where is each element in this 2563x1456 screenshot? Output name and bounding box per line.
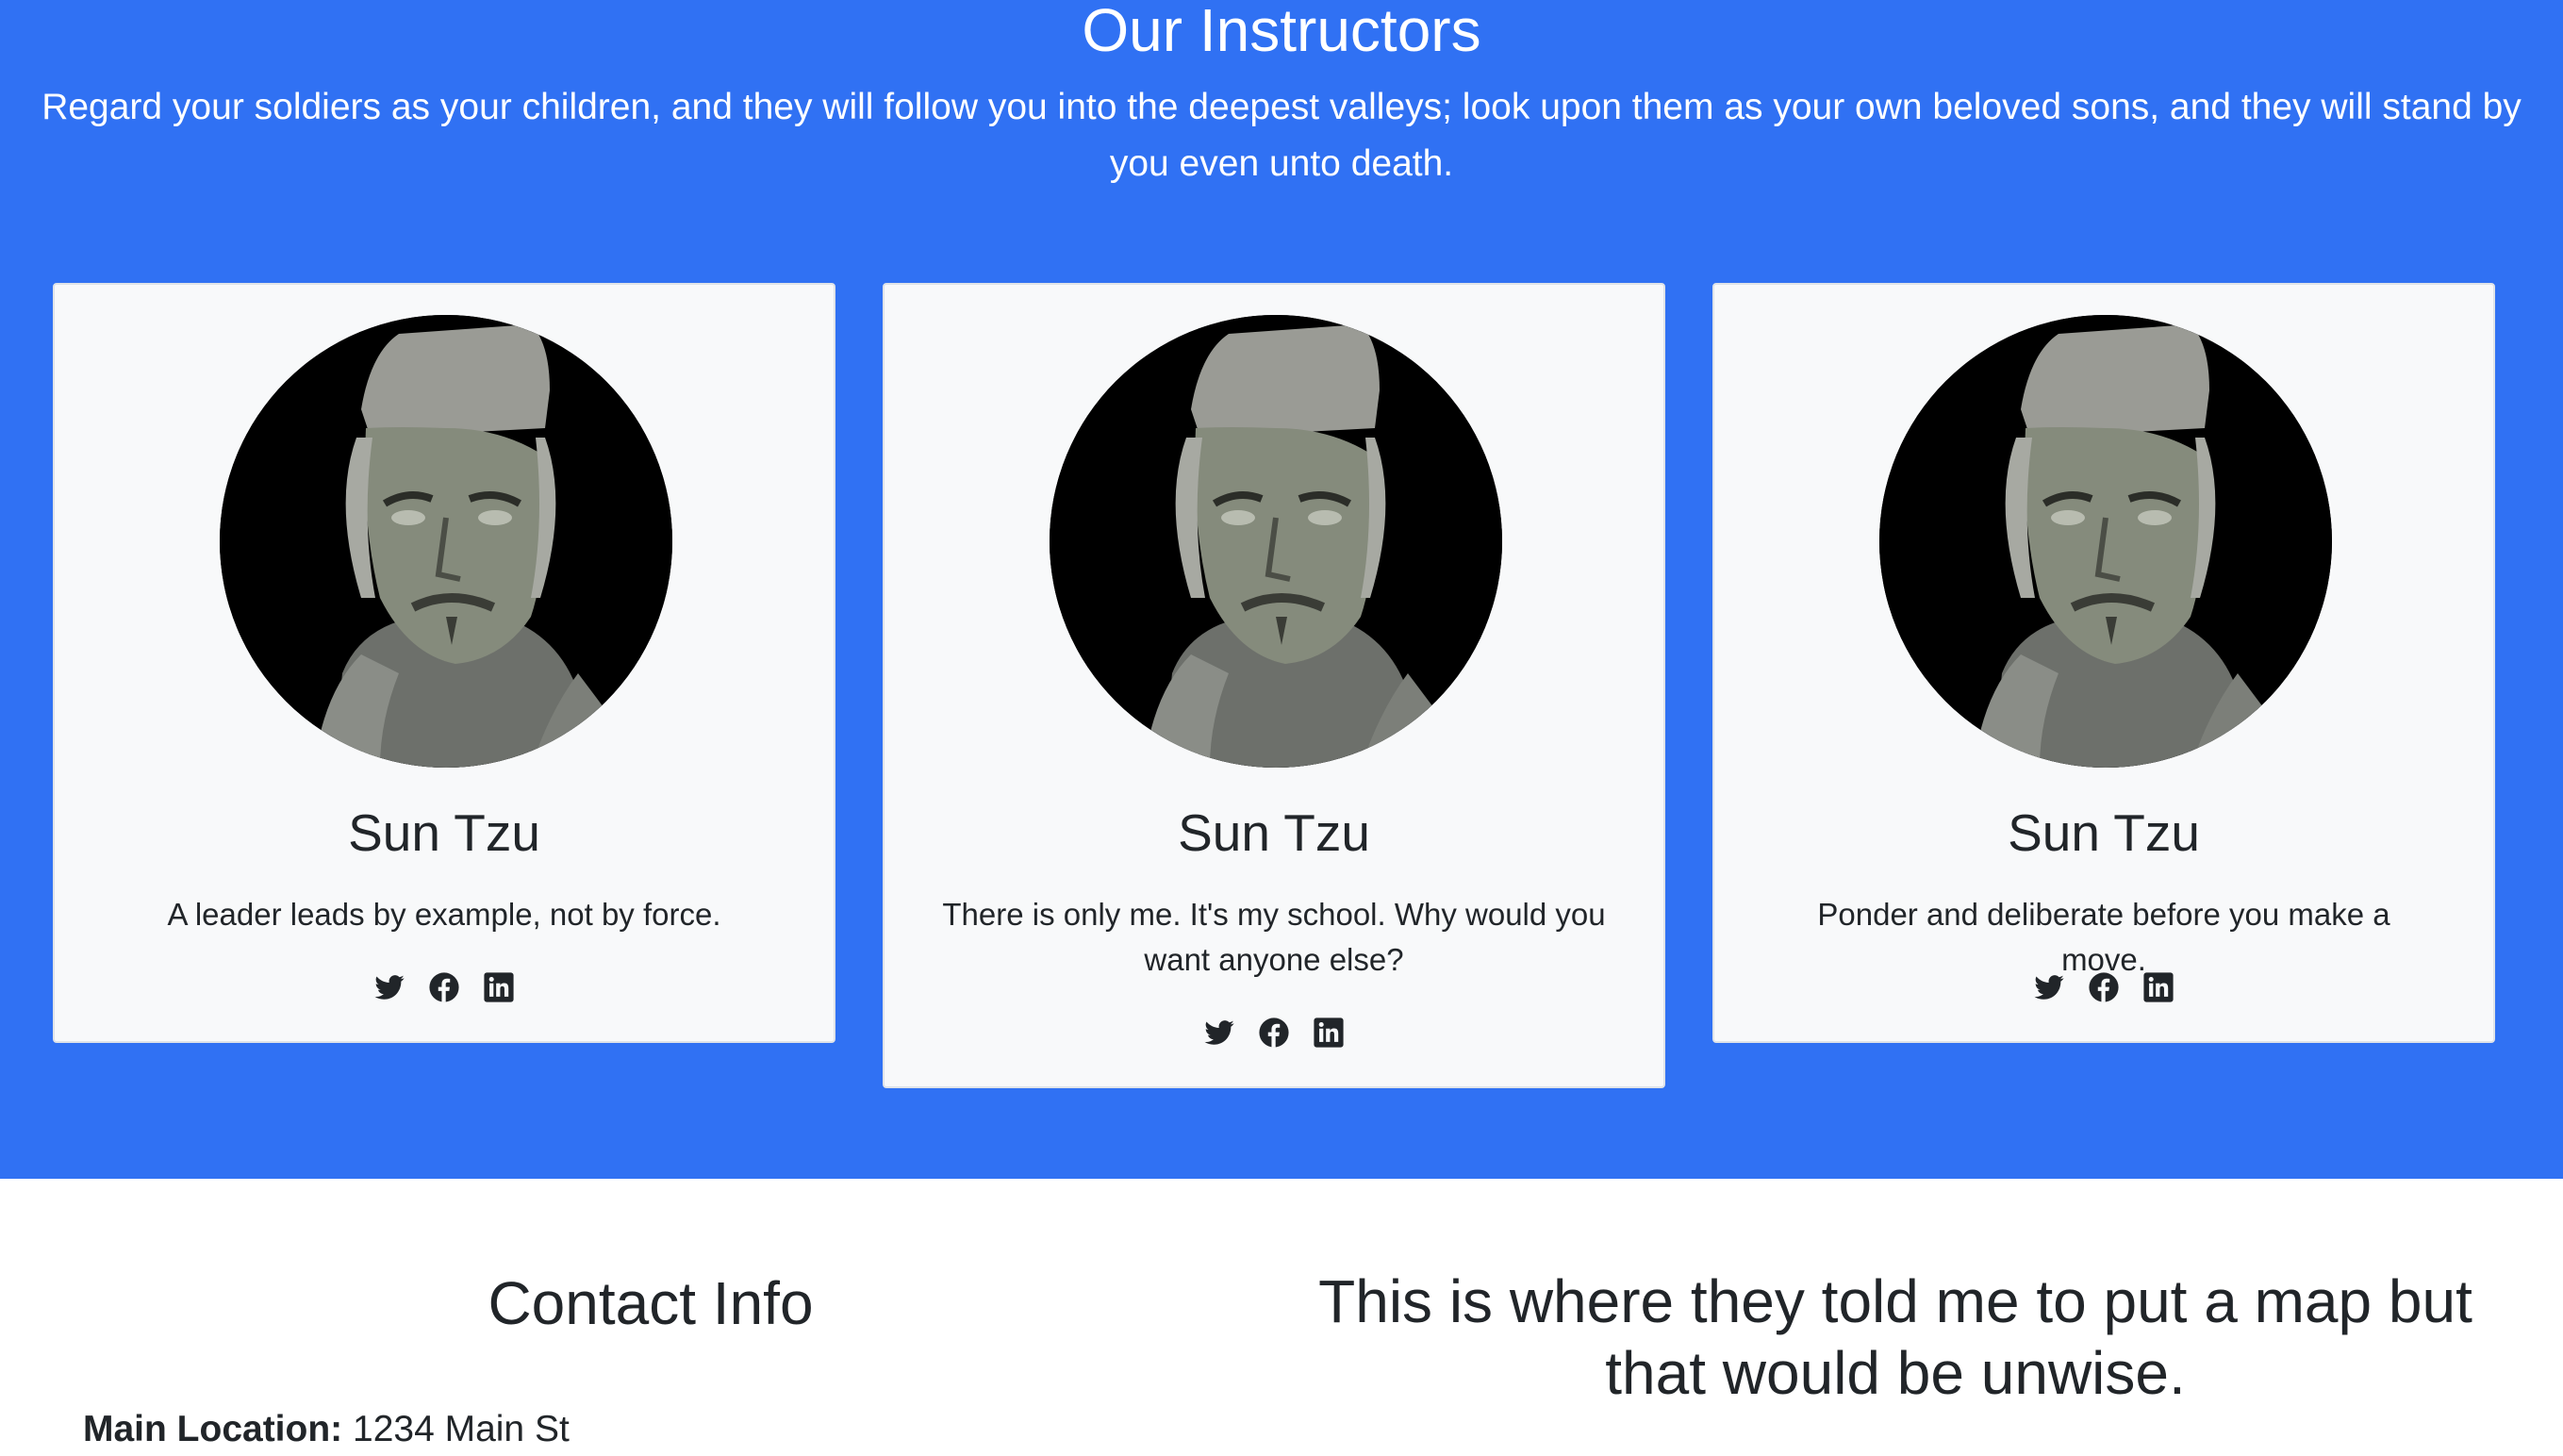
facebook-icon[interactable] bbox=[2088, 971, 2120, 1003]
twitter-icon[interactable] bbox=[373, 971, 405, 1003]
instructor-name: Sun Tzu bbox=[348, 803, 540, 862]
contact-title: Contact Info bbox=[488, 1269, 814, 1337]
section-subtitle: Regard your soldiers as your children, a… bbox=[41, 87, 2522, 184]
main-location: Main Location: 1234 Main St bbox=[83, 1403, 570, 1456]
location-value: 1234 Main St bbox=[353, 1409, 570, 1449]
linkedin-icon[interactable] bbox=[2142, 971, 2174, 1003]
instructors-section: Our Instructors Regard your soldiers as … bbox=[0, 0, 2563, 1179]
linkedin-icon[interactable] bbox=[483, 971, 515, 1003]
linkedin-icon[interactable] bbox=[1313, 1017, 1345, 1049]
facebook-icon[interactable] bbox=[428, 971, 460, 1003]
instructor-name: Sun Tzu bbox=[1178, 803, 1370, 862]
instructor-card: Sun Tzu There is only me. It's my school… bbox=[883, 283, 1665, 1088]
facebook-icon[interactable] bbox=[1258, 1017, 1290, 1049]
instructor-avatar bbox=[1879, 315, 2332, 768]
instructor-avatar bbox=[220, 315, 672, 768]
instructor-quote: A leader leads by example, not by force. bbox=[167, 897, 721, 932]
instructor-name: Sun Tzu bbox=[2008, 803, 2200, 862]
instructor-quote: There is only me. It's my school. Why wo… bbox=[942, 897, 1606, 977]
twitter-icon[interactable] bbox=[2033, 971, 2065, 1003]
instructor-quote: Ponder and deliberate before you make a … bbox=[1817, 897, 2390, 977]
section-title: Our Instructors bbox=[1082, 0, 1481, 64]
social-links bbox=[55, 971, 834, 1009]
twitter-icon[interactable] bbox=[1203, 1017, 1235, 1049]
social-links bbox=[1714, 971, 2493, 1009]
instructor-avatar bbox=[1050, 315, 1502, 768]
instructor-card: Sun Tzu Ponder and deliberate before you… bbox=[1712, 283, 2495, 1043]
social-links bbox=[885, 1017, 1663, 1054]
instructor-card: Sun Tzu A leader leads by example, not b… bbox=[53, 283, 835, 1043]
location-label: Main Location: bbox=[83, 1409, 343, 1449]
map-note: This is where they told me to put a map … bbox=[1318, 1267, 2472, 1407]
